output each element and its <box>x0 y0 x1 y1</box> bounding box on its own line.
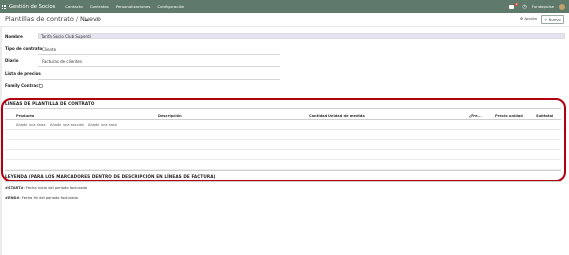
name-value: Tarifa Socio Club Superdi <box>41 34 91 39</box>
new-button-label: + Nuevo <box>544 17 561 22</box>
activity-clock-icon[interactable]: ◷ <box>522 4 526 10</box>
pricelist-label: Lista de precios <box>5 71 41 76</box>
journal-label: Diario <box>5 58 19 63</box>
breadcrumb-separator: / <box>75 15 79 23</box>
new-button[interactable]: + Nuevo <box>541 15 564 24</box>
menu-item-personalizaciones[interactable]: Personalizaciones <box>116 4 151 9</box>
pricelist-underline <box>38 79 280 80</box>
legend-rule <box>5 181 561 182</box>
cloud-save-icon[interactable]: ☁ <box>84 17 89 23</box>
legend-item-end: #END#: Fecha fin del periodo facturado <box>5 196 78 200</box>
contract-type-value[interactable]: Cliente <box>42 47 56 52</box>
name-label: Nombre <box>5 34 23 39</box>
breadcrumb-parent[interactable]: Plantillas de contrato <box>5 15 74 23</box>
contract-type-label: Tipo de contrato <box>5 46 43 51</box>
apps-menu-icon[interactable] <box>2 4 6 9</box>
family-contract-checkbox[interactable] <box>39 84 43 88</box>
family-contract-label: Family Contract <box>5 83 41 88</box>
menu-item-contacto[interactable]: Contacto <box>65 4 83 9</box>
legend-item-start: #START#: Fecha inicio del periodo factur… <box>5 186 87 190</box>
chat-badge: 2 <box>514 2 519 6</box>
app-brand[interactable]: Gestión de Socios <box>9 4 55 10</box>
company-switcher[interactable]: Fundepulse <box>532 4 554 9</box>
name-input[interactable]: Tarifa Socio Club Superdi <box>38 33 565 39</box>
chat-icon[interactable] <box>508 4 514 9</box>
user-avatar[interactable] <box>559 3 565 10</box>
highlight-annotation <box>1 98 566 182</box>
menu-item-contratos[interactable]: Contratos <box>90 4 109 9</box>
journal-value[interactable]: Facturas de clientes <box>42 59 82 64</box>
top-navbar: Gestión de Socios Contacto Contratos Per… <box>0 0 569 13</box>
discard-icon[interactable]: ↺ <box>95 17 99 23</box>
control-panel: Plantillas de contrato / Nuevo ☁ ↺ ⚙ Acció… <box>0 13 569 27</box>
legend-text-end: : Fecha fin del periodo facturado <box>19 196 78 200</box>
main-menu: Contacto Contratos Personalizaciones Con… <box>65 4 191 9</box>
legend-title: LEYENDA (PARA LOS MARCADORES DENTRO DE D… <box>5 174 216 179</box>
legend-marker-start: #START# <box>5 186 24 190</box>
legend-marker-end: #END# <box>5 196 20 200</box>
navbar-systray: 2 ◷ Fundepulse <box>508 0 567 13</box>
contract-type-underline <box>38 54 280 55</box>
action-menu-button[interactable]: ⚙ Acción <box>520 16 537 21</box>
journal-underline <box>38 66 280 67</box>
menu-item-configuracion[interactable]: Configuración <box>157 4 184 9</box>
legend-text-start: : Fecha inicio del periodo facturado <box>23 186 87 190</box>
